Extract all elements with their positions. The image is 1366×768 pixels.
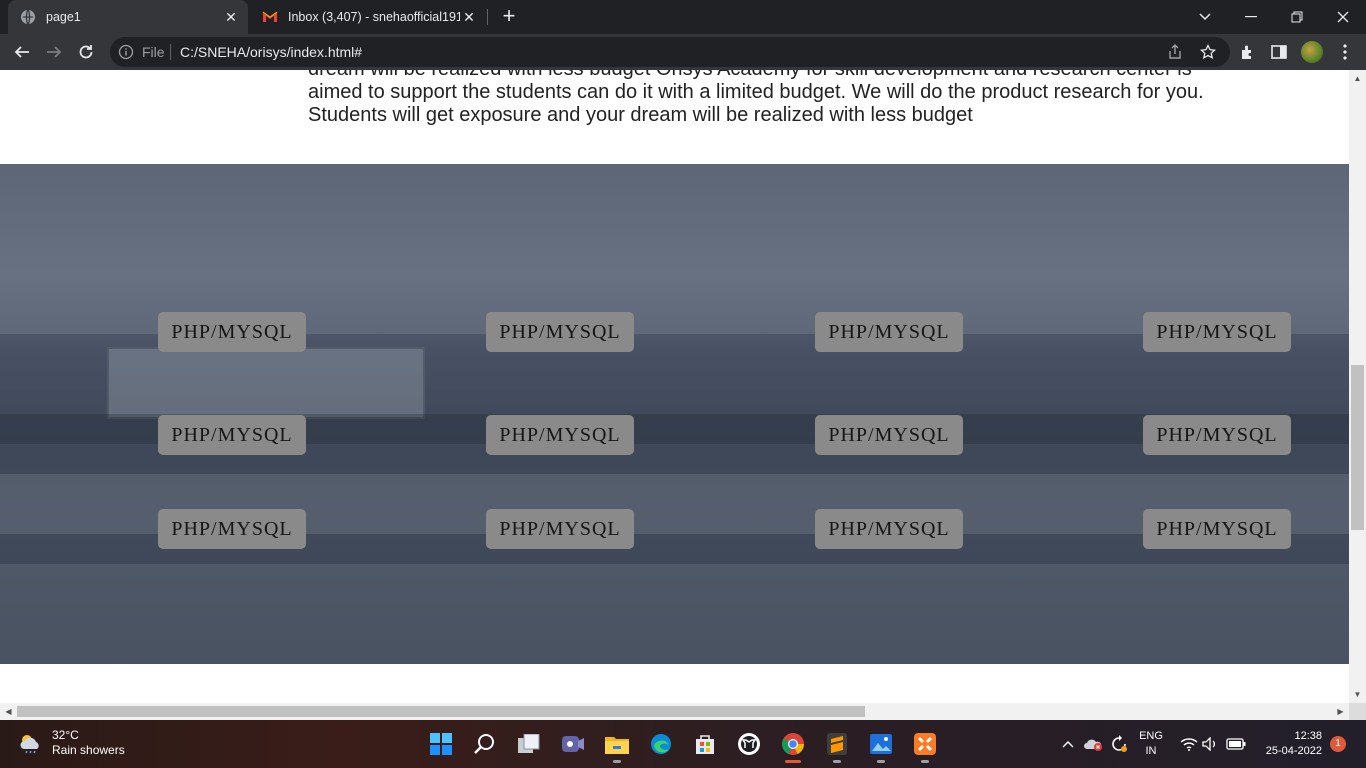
sublime-icon[interactable] [821, 728, 853, 763]
notification-badge[interactable]: 1 [1330, 736, 1346, 752]
globe-icon [20, 9, 36, 25]
course-chip[interactable]: PHP/MYSQL [158, 312, 306, 352]
scroll-right-icon[interactable]: ▶ [1336, 707, 1345, 716]
language-indicator[interactable]: ENG IN [1138, 729, 1164, 759]
battery-icon[interactable] [1225, 720, 1247, 768]
clock-time: 12:38 [1294, 730, 1322, 742]
course-chip[interactable]: PHP/MYSQL [815, 312, 963, 352]
active-indicator [785, 760, 801, 763]
info-icon[interactable] [118, 44, 134, 60]
weather-widget[interactable]: 32°C Rain showers [18, 728, 125, 758]
volume-icon[interactable] [1201, 720, 1221, 768]
share-icon[interactable] [1166, 43, 1184, 61]
close-window-button[interactable] [1320, 0, 1366, 34]
running-indicator [921, 760, 929, 763]
photos-icon[interactable] [865, 728, 897, 763]
edge-icon[interactable] [645, 728, 677, 760]
profile-avatar[interactable] [1301, 41, 1323, 63]
bookmark-star-icon[interactable] [1199, 43, 1217, 61]
wifi-icon[interactable] [1178, 720, 1200, 768]
language-region: IN [1145, 745, 1157, 757]
new-tab-button[interactable]: + [497, 5, 521, 29]
system-clock[interactable]: 12:38 25-04-2022 [1258, 729, 1322, 759]
banner-whiteboard [107, 347, 425, 419]
extensions-icon[interactable] [1234, 38, 1262, 66]
rain-cloud-icon [18, 732, 44, 754]
sync-status-icon[interactable] [1108, 720, 1130, 768]
running-indicator [833, 760, 841, 763]
scroll-up-icon[interactable]: ▲ [1353, 74, 1362, 83]
banner-desk-row [0, 564, 1349, 664]
course-chip[interactable]: PHP/MYSQL [158, 509, 306, 549]
restore-button[interactable] [1274, 0, 1320, 34]
github-icon[interactable] [733, 728, 765, 760]
course-chip[interactable]: PHP/MYSQL [1143, 509, 1291, 549]
page-viewport: dream will be realized with less budget … [0, 70, 1349, 703]
search-icon[interactable] [469, 728, 501, 760]
start-icon[interactable] [425, 728, 457, 760]
running-indicator [877, 760, 885, 763]
course-chip[interactable]: PHP/MYSQL [1143, 415, 1291, 455]
tab-strip: page1 ✕ Inbox (3,407) - snehaofficial191… [0, 0, 1366, 34]
paragraph-line: dream will be realized with less budget … [308, 70, 1238, 81]
course-chip[interactable]: PHP/MYSQL [486, 415, 634, 455]
tab-inbox[interactable]: Inbox (3,407) - snehaofficial1913 ✕ [250, 0, 486, 34]
scroll-left-icon[interactable]: ◀ [4, 707, 13, 716]
address-separator [170, 44, 171, 60]
course-chip[interactable]: PHP/MYSQL [486, 509, 634, 549]
tab-separator [487, 9, 488, 25]
tab-search-icon[interactable] [1182, 0, 1228, 34]
course-chip[interactable]: PHP/MYSQL [158, 415, 306, 455]
teams-icon[interactable] [557, 728, 589, 760]
gmail-icon [262, 9, 278, 25]
language-code: ENG [1139, 730, 1163, 742]
store-icon[interactable] [689, 728, 721, 760]
horizontal-scrollbar[interactable]: ◀ ▶ [0, 703, 1349, 720]
minimize-button[interactable] [1228, 0, 1274, 34]
forward-button[interactable] [40, 38, 68, 66]
course-chip[interactable]: PHP/MYSQL [1143, 312, 1291, 352]
intro-paragraph: dream will be realized with less budget … [308, 70, 1238, 127]
menu-kebab-icon[interactable] [1331, 38, 1359, 66]
browser-toolbar: File C:/SNEHA/orisys/index.html# [0, 34, 1366, 70]
file-explorer-icon[interactable] [601, 728, 633, 763]
course-chip[interactable]: PHP/MYSQL [815, 509, 963, 549]
banner-ceiling [0, 164, 1349, 334]
course-chip[interactable]: PHP/MYSQL [815, 415, 963, 455]
scroll-down-icon[interactable]: ▼ [1353, 690, 1362, 699]
weather-temp: 32°C [52, 728, 79, 742]
vertical-scroll-thumb[interactable] [1351, 365, 1364, 530]
clock-date: 25-04-2022 [1265, 745, 1322, 757]
horizontal-scroll-thumb[interactable] [17, 706, 865, 717]
paragraph-line: Students will get exposure and your drea… [308, 104, 973, 126]
running-indicator [613, 760, 621, 763]
classroom-banner-image: PHP/MYSQL PHP/MYSQL PHP/MYSQL PHP/MYSQL … [0, 164, 1349, 664]
scheme-label: File [142, 44, 165, 60]
paragraph-line: aimed to support the students can do it … [308, 81, 1204, 103]
reload-button[interactable] [72, 38, 100, 66]
task-view-icon[interactable] [513, 728, 545, 760]
show-hidden-icons-chevron-icon[interactable] [1060, 720, 1076, 768]
taskbar: 32°C Rain showers ENG IN 12:38 25-04-202… [0, 720, 1366, 768]
address-bar[interactable]: File C:/SNEHA/orisys/index.html# [110, 37, 1230, 67]
tab-title: Inbox (3,407) - snehaofficial1913 [288, 10, 460, 24]
url-text[interactable]: C:/SNEHA/orisys/index.html# [180, 44, 362, 60]
scrollbar-corner [1349, 703, 1366, 720]
course-chip[interactable]: PHP/MYSQL [486, 312, 634, 352]
close-tab-icon[interactable]: ✕ [222, 8, 240, 26]
xampp-icon[interactable] [909, 728, 941, 763]
tab-page1[interactable]: page1 ✕ [8, 0, 248, 34]
weather-condition: Rain showers [52, 743, 125, 757]
onedrive-error-icon[interactable] [1082, 720, 1104, 768]
close-tab-icon[interactable]: ✕ [460, 8, 478, 26]
vertical-scrollbar[interactable]: ▲ ▼ [1349, 70, 1366, 703]
chrome-icon[interactable] [777, 728, 809, 763]
back-button[interactable] [8, 38, 36, 66]
side-panel-icon[interactable] [1265, 38, 1293, 66]
tab-title: page1 [46, 10, 81, 24]
